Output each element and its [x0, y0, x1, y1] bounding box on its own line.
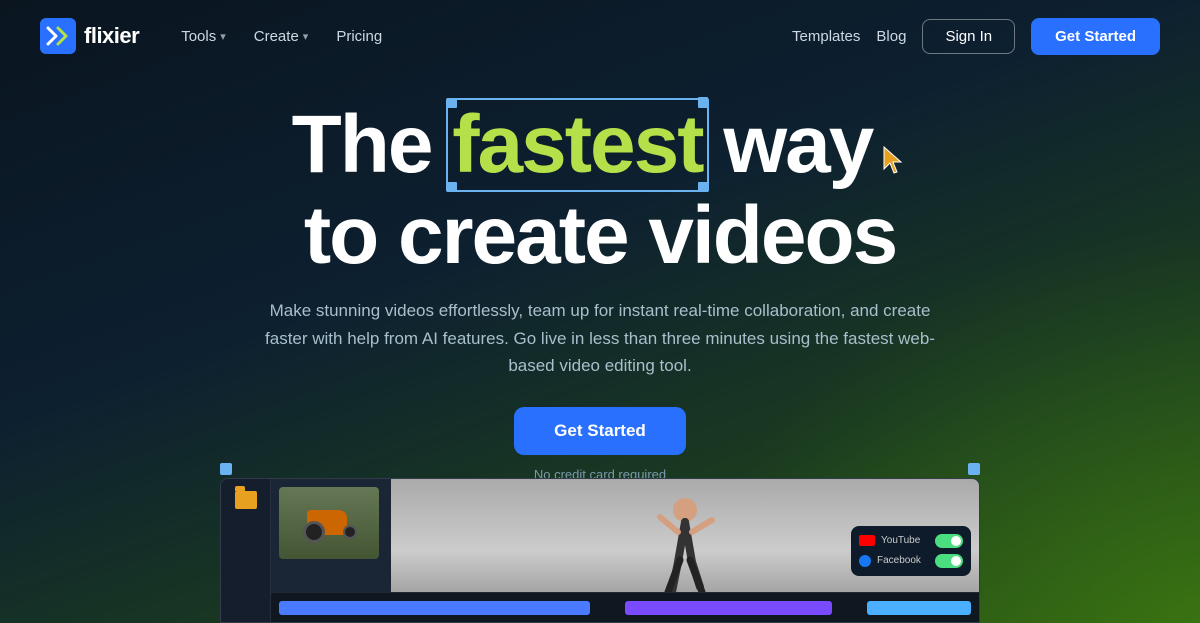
facebook-icon	[859, 555, 871, 567]
nav-left: flixier Tools ▾ Create ▾ Pricing	[40, 18, 392, 54]
nav-menu: Tools ▾ Create ▾ Pricing	[171, 22, 392, 51]
tractor-icon	[299, 503, 359, 543]
editor-window: YouTube Facebook	[220, 478, 980, 623]
hero-section: The fastest way to create videos Make st…	[0, 72, 1200, 482]
timeline-track-1	[279, 601, 590, 615]
editor-handle-tl	[220, 463, 232, 475]
fastest-word: fastest	[452, 102, 702, 188]
tractor-wheel-big	[303, 521, 325, 543]
nav-getstarted-button[interactable]: Get Started	[1031, 18, 1160, 55]
timeline-track-2	[625, 601, 832, 615]
hero-subtext: Make stunning videos effortlessly, team …	[250, 297, 950, 379]
youtube-row: YouTube	[859, 534, 963, 548]
nav-right: Templates Blog Sign In Get Started	[792, 18, 1160, 55]
timeline-track-3	[867, 601, 971, 615]
social-export-panel: YouTube Facebook	[851, 526, 971, 576]
headline-post: way	[703, 99, 873, 190]
create-chevron-icon: ▾	[303, 30, 309, 43]
facebook-label: Facebook	[877, 555, 929, 566]
video-thumbnail	[279, 487, 379, 559]
cursor-icon	[880, 107, 908, 193]
tractor-wheel-small	[343, 525, 357, 539]
logo-text: flixier	[84, 23, 139, 49]
facebook-toggle[interactable]	[935, 554, 963, 568]
youtube-toggle[interactable]	[935, 534, 963, 548]
nav-pricing[interactable]: Pricing	[326, 22, 392, 51]
facebook-row: Facebook	[859, 554, 963, 568]
tractor-scene	[279, 487, 379, 559]
fastest-container: fastest	[452, 102, 702, 188]
hero-getstarted-button[interactable]: Get Started	[514, 407, 686, 455]
navbar: flixier Tools ▾ Create ▾ Pricing Templat…	[0, 0, 1200, 72]
nav-blog[interactable]: Blog	[876, 28, 906, 45]
hero-headline: The fastest way to create videos	[0, 102, 1200, 279]
nav-tools[interactable]: Tools ▾	[171, 22, 236, 51]
nav-create[interactable]: Create ▾	[244, 22, 319, 51]
logo-icon	[40, 18, 76, 54]
headline-line2: to create videos	[0, 193, 1200, 279]
headline-pre: The	[292, 99, 453, 190]
editor-mockup: YouTube Facebook	[150, 463, 1050, 623]
youtube-icon	[859, 535, 875, 546]
youtube-label: YouTube	[881, 535, 929, 546]
editor-main-area: YouTube Facebook	[271, 479, 979, 622]
nav-templates[interactable]: Templates	[792, 28, 860, 45]
logo[interactable]: flixier	[40, 18, 139, 54]
folder-icon	[235, 491, 257, 509]
editor-left-toolbar	[221, 479, 271, 622]
editor-timeline	[271, 592, 979, 622]
signin-button[interactable]: Sign In	[922, 19, 1015, 54]
editor-handle-tr	[968, 463, 980, 475]
tools-chevron-icon: ▾	[220, 30, 226, 43]
